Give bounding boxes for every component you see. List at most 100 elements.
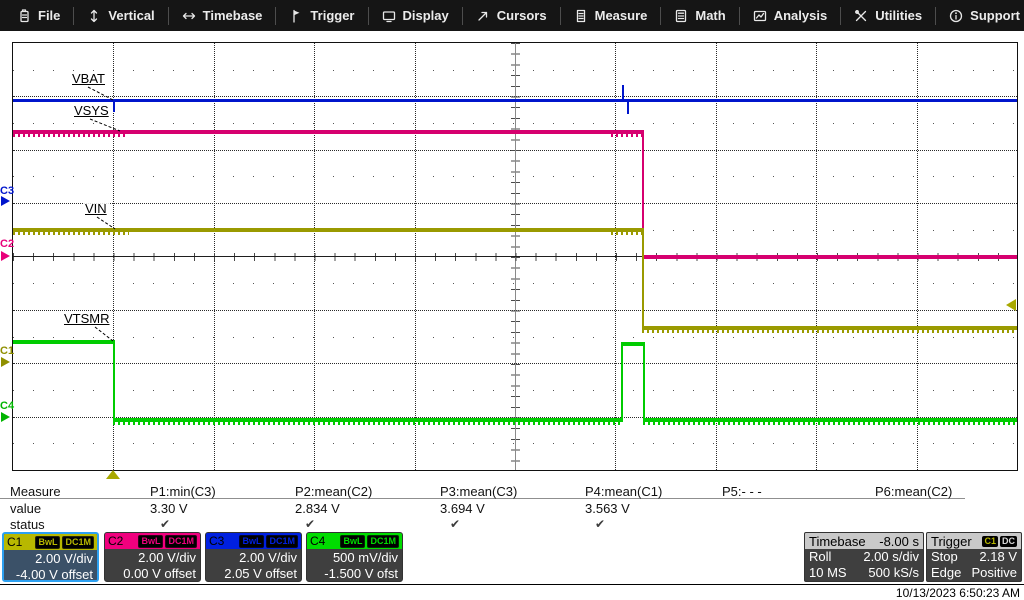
timebase-memory: 10 MS xyxy=(809,565,847,581)
channel-box-c4[interactable]: C4BwLDC1M500 mV/div-1.500 V ofst xyxy=(306,532,403,582)
waveform-grid xyxy=(12,42,1018,471)
menu-item-measure[interactable]: Measure xyxy=(561,0,661,31)
measure-status-check-icon: ✔ xyxy=(595,517,605,531)
trigger-flag-icon xyxy=(289,9,303,23)
status-bar-divider xyxy=(0,584,1024,585)
trigger-box[interactable]: Trigger C1DC Stop 2.18 V Edge Positive xyxy=(926,532,1022,582)
trace-label-vtsmr: VTSMR xyxy=(62,312,112,326)
measure-param-value: 3.694 V xyxy=(440,501,485,516)
menu-item-display[interactable]: Display xyxy=(369,0,462,31)
trace-label-vsys: VSYS xyxy=(72,104,111,118)
waveform-trace-segment xyxy=(13,99,1017,102)
measure-table: Measure value status P1:min(C3)3.30 V✔P2… xyxy=(0,480,1024,532)
menu-item-analysis[interactable]: Analysis xyxy=(740,0,840,31)
cursor-arrow-icon xyxy=(476,9,490,23)
value-row-label: value xyxy=(10,501,41,516)
channel-marker-c1[interactable]: C1 xyxy=(0,346,14,357)
measure-param-header[interactable]: P2:mean(C2) xyxy=(295,484,372,499)
channel-marker-arrow[interactable] xyxy=(1,412,10,422)
channel-marker-arrow[interactable] xyxy=(1,196,10,206)
channel-id: C1 xyxy=(7,535,22,549)
waveform-trace-segment xyxy=(113,422,623,425)
waveform-trace-segment xyxy=(611,232,644,235)
channel-header: C3BwLDC1M xyxy=(206,533,301,549)
measure-param-value: 3.30 V xyxy=(150,501,188,516)
menu-item-label: File xyxy=(38,8,60,23)
measure-param-header[interactable]: P5:- - - xyxy=(722,484,762,499)
waveform-trace-segment xyxy=(621,342,623,420)
measure-icon xyxy=(574,9,588,23)
channel-header: C4BwLDC1M xyxy=(307,533,402,549)
waveform-trace-segment xyxy=(643,422,1017,425)
menu-item-cursors[interactable]: Cursors xyxy=(463,0,560,31)
menu-item-math[interactable]: Math xyxy=(661,0,738,31)
bwl-badge: BwL xyxy=(138,535,163,548)
status-row-label: status xyxy=(10,517,45,532)
waveform-trace-segment xyxy=(642,330,1017,333)
trigger-title: Trigger xyxy=(931,534,972,549)
trigger-badges: C1DC xyxy=(982,536,1017,547)
trigger-level-marker[interactable] xyxy=(1006,299,1016,311)
menu-item-timebase[interactable]: Timebase xyxy=(169,0,276,31)
menu-item-support[interactable]: Support xyxy=(936,0,1024,31)
measure-status-check-icon: ✔ xyxy=(160,517,170,531)
vertical-arrows-icon xyxy=(87,9,101,23)
waveform-trace-segment xyxy=(13,232,129,235)
menu-item-label: Display xyxy=(403,8,449,23)
channel-marker-arrow[interactable] xyxy=(1,251,10,261)
channel-settings: 500 mV/div-1.500 V ofst xyxy=(307,549,402,582)
menu-bar: File VerticalTimebaseTrigger Display Cursor… xyxy=(0,0,1024,31)
menu-item-trigger[interactable]: Trigger xyxy=(276,0,367,31)
channel-offset: 2.05 V offset xyxy=(206,566,297,582)
channel-header: C1BwLDC1M xyxy=(4,534,97,550)
channel-scale: 2.00 V/div xyxy=(206,550,297,566)
timebase-scale: 2.00 s/div xyxy=(863,549,919,565)
timebase-samplerate: 500 kS/s xyxy=(868,565,919,581)
calculator-icon xyxy=(674,9,688,23)
channel-offset: -4.00 V offset xyxy=(4,567,93,582)
channel-box-c3[interactable]: C3BwLDC1M2.00 V/div2.05 V offset xyxy=(205,532,302,582)
trigger-type: Edge xyxy=(931,565,961,581)
waveform-trace-segment xyxy=(622,85,624,101)
channel-marker-arrow[interactable] xyxy=(1,357,10,367)
channel-marker-c2[interactable]: C2 xyxy=(0,239,14,250)
menu-item-label: Utilities xyxy=(875,8,922,23)
trace-label-vbat: VBAT xyxy=(70,72,107,86)
oscilloscope-screen: FileVerticalTimebaseTriggerDisplayCursor… xyxy=(0,0,1024,600)
timebase-mode: Roll xyxy=(809,549,831,565)
menu-item-utilities[interactable]: Utilities xyxy=(841,0,935,31)
channel-box-c2[interactable]: C2BwLDC1M2.00 V/div0.00 V offset xyxy=(104,532,201,582)
menu-item-label: Measure xyxy=(595,8,648,23)
menu-item-vertical[interactable]: Vertical xyxy=(74,0,167,31)
utilities-tools-icon xyxy=(854,9,868,23)
measure-row-label: Measure xyxy=(10,484,61,499)
waveform-trace-segment xyxy=(113,340,115,420)
channel-scale: 2.00 V/div xyxy=(105,550,196,566)
timebase-box[interactable]: Timebase -8.00 s Roll 2.00 s/div 10 MS 5… xyxy=(804,532,924,582)
channel-scale: 2.00 V/div xyxy=(4,551,93,567)
trigger-time-marker[interactable] xyxy=(106,470,120,479)
bwl-badge: BwL xyxy=(340,535,365,548)
channel-id: C2 xyxy=(108,534,123,548)
menu-item-label: Cursors xyxy=(497,8,547,23)
channel-marker-c4[interactable]: C4 xyxy=(0,401,14,412)
measure-param-header[interactable]: P6:mean(C2) xyxy=(875,484,952,499)
waveform-trace-segment xyxy=(13,340,115,344)
channel-offset: -1.500 V ofst xyxy=(307,566,398,582)
measure-param-header[interactable]: P1:min(C3) xyxy=(150,484,216,499)
dc1m-badge: DC1M xyxy=(266,535,298,548)
channel-settings: 2.00 V/div0.00 V offset xyxy=(105,549,200,582)
trace-label-vin: VIN xyxy=(83,202,109,216)
channel-id: C4 xyxy=(310,534,325,548)
measure-param-header[interactable]: P3:mean(C3) xyxy=(440,484,517,499)
channel-offset: 0.00 V offset xyxy=(105,566,196,582)
measure-param-header[interactable]: P4:mean(C1) xyxy=(585,484,662,499)
menu-item-file[interactable]: File xyxy=(4,0,73,31)
trigger-slope: Positive xyxy=(971,565,1017,581)
dc1m-badge: DC1M xyxy=(165,535,197,548)
horizontal-arrows-icon xyxy=(182,9,196,23)
waveform-trace-segment xyxy=(621,342,645,346)
channel-settings: 2.00 V/div2.05 V offset xyxy=(206,549,301,582)
channel-box-c1[interactable]: C1BwLDC1M2.00 V/div-4.00 V offset xyxy=(2,532,99,582)
file-icon xyxy=(17,9,31,23)
